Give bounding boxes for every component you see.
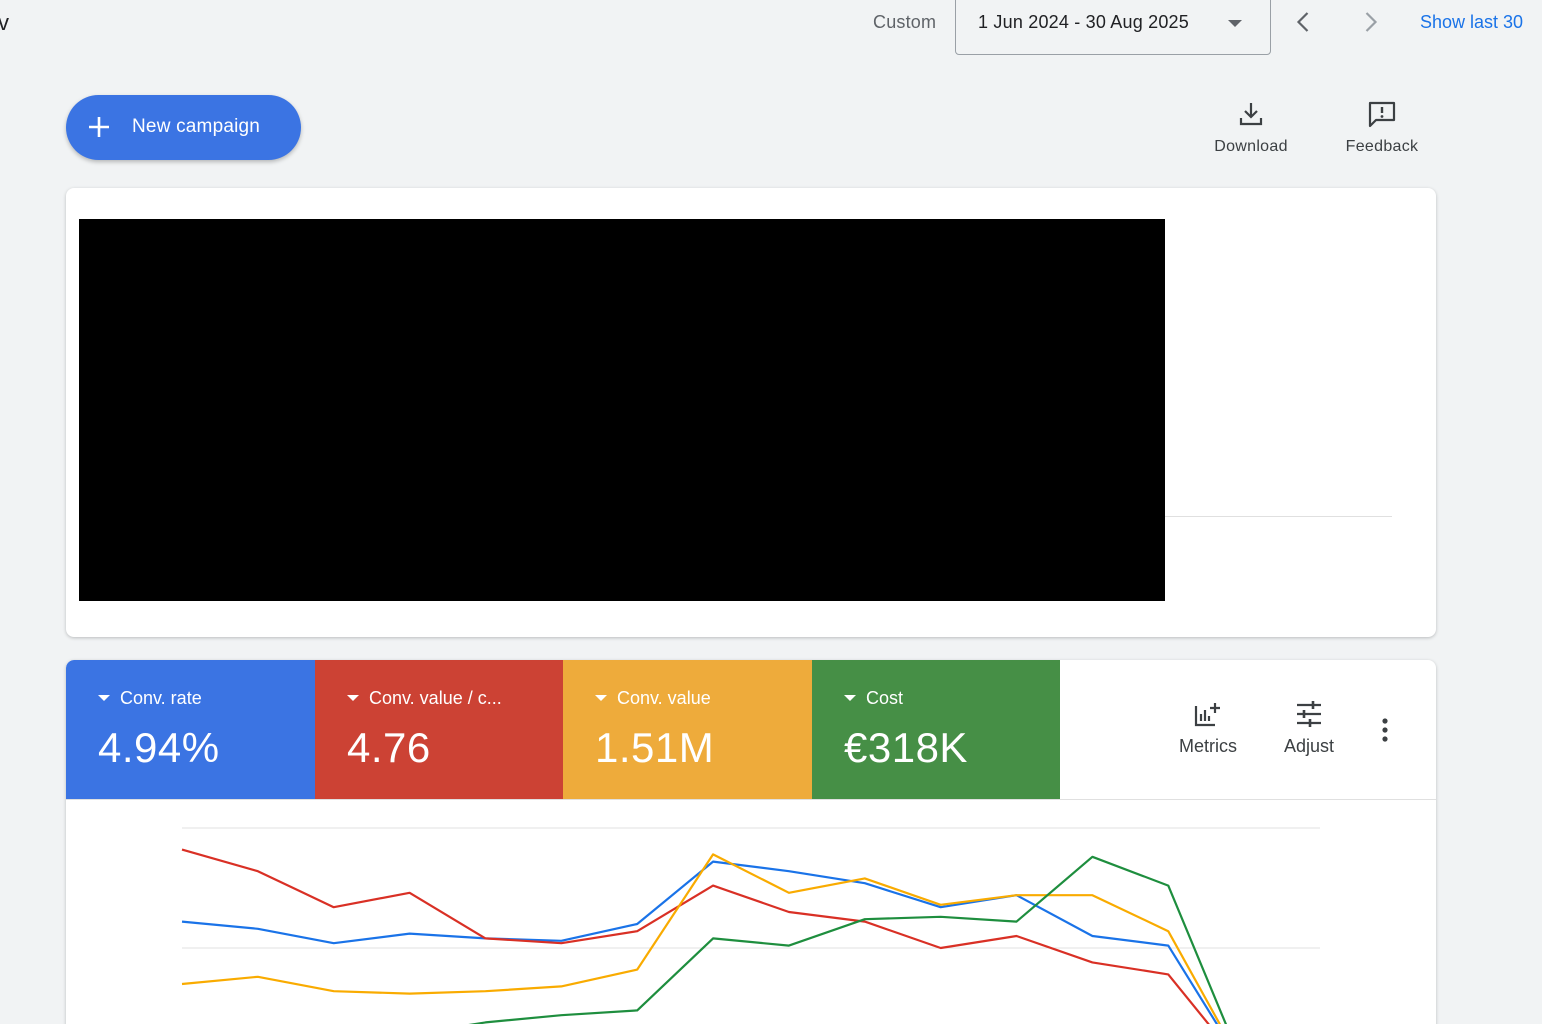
tune-sliders-icon	[1297, 701, 1321, 727]
chevron-right-icon	[1365, 12, 1378, 32]
adjust-label: Adjust	[1283, 736, 1335, 756]
redacted-content-block	[79, 219, 1165, 601]
add-chart-metrics-icon	[1194, 703, 1220, 727]
next-period-button[interactable]	[1358, 10, 1382, 34]
feedback-label: Feedback	[1345, 138, 1419, 155]
metric-label: Conv. rate	[120, 688, 202, 708]
performance-chart-card: Conv. rate 4.94% Conv. value / c... 4.76…	[66, 660, 1436, 1024]
metric-label: Conv. value / c...	[369, 688, 502, 708]
new-campaign-label: New campaign	[132, 116, 261, 137]
metric-value: 1.51M	[595, 724, 715, 771]
chevron-left-icon	[1296, 12, 1309, 32]
metric-value: 4.76	[347, 724, 431, 771]
metric-value: €318K	[844, 724, 968, 771]
metric-label: Cost	[866, 688, 904, 708]
page-title-fragment: v	[0, 10, 9, 35]
dropdown-triangle-icon	[347, 695, 359, 701]
google-ads-overview: v Custom 1 Jun 2024 - 30 Aug 2025 Show l…	[0, 0, 1542, 1024]
performance-line-chart	[181, 827, 1320, 1024]
metric-tile-conv-rate[interactable]: Conv. rate 4.94%	[66, 660, 315, 800]
metric-value: 4.94%	[98, 724, 220, 771]
series-line-2	[181, 853, 1221, 1024]
metric-tile-conv-value-per-cost[interactable]: Conv. value / c... 4.76	[315, 660, 564, 800]
metrics-button[interactable]: Metrics	[1163, 700, 1253, 757]
more-vert-icon	[1382, 718, 1388, 742]
date-range-label: Custom	[873, 12, 937, 32]
metric-label: Conv. value	[617, 688, 711, 708]
download-button[interactable]: Download	[1201, 100, 1301, 156]
previous-period-button[interactable]	[1292, 10, 1316, 34]
metric-tile-conv-value[interactable]: Conv. value 1.51M	[563, 660, 812, 800]
adjust-button[interactable]: Adjust	[1264, 700, 1354, 757]
download-icon	[1239, 103, 1263, 126]
dropdown-triangle-icon	[595, 695, 607, 701]
new-campaign-button[interactable]: New campaign	[66, 95, 301, 160]
dropdown-triangle-icon	[98, 695, 110, 701]
overview-card	[66, 188, 1436, 637]
dropdown-triangle-icon	[844, 695, 856, 701]
metrics-label: Metrics	[1179, 736, 1237, 756]
series-line-1	[181, 848, 1210, 1024]
download-label: Download	[1214, 138, 1288, 155]
chart-gridline	[1165, 516, 1392, 517]
date-range-value: 1 Jun 2024 - 30 Aug 2025	[978, 12, 1189, 32]
date-range-picker[interactable]: 1 Jun 2024 - 30 Aug 2025	[955, 0, 1271, 55]
feedback-button[interactable]: Feedback	[1332, 100, 1432, 156]
plus-icon	[89, 117, 109, 137]
dropdown-caret-icon	[1228, 20, 1242, 27]
more-options-button[interactable]	[1378, 716, 1392, 744]
metric-tile-cost[interactable]: Cost €318K	[812, 660, 1060, 800]
feedback-icon	[1368, 101, 1396, 128]
show-last-30-days-link[interactable]: Show last 30	[1420, 12, 1523, 33]
